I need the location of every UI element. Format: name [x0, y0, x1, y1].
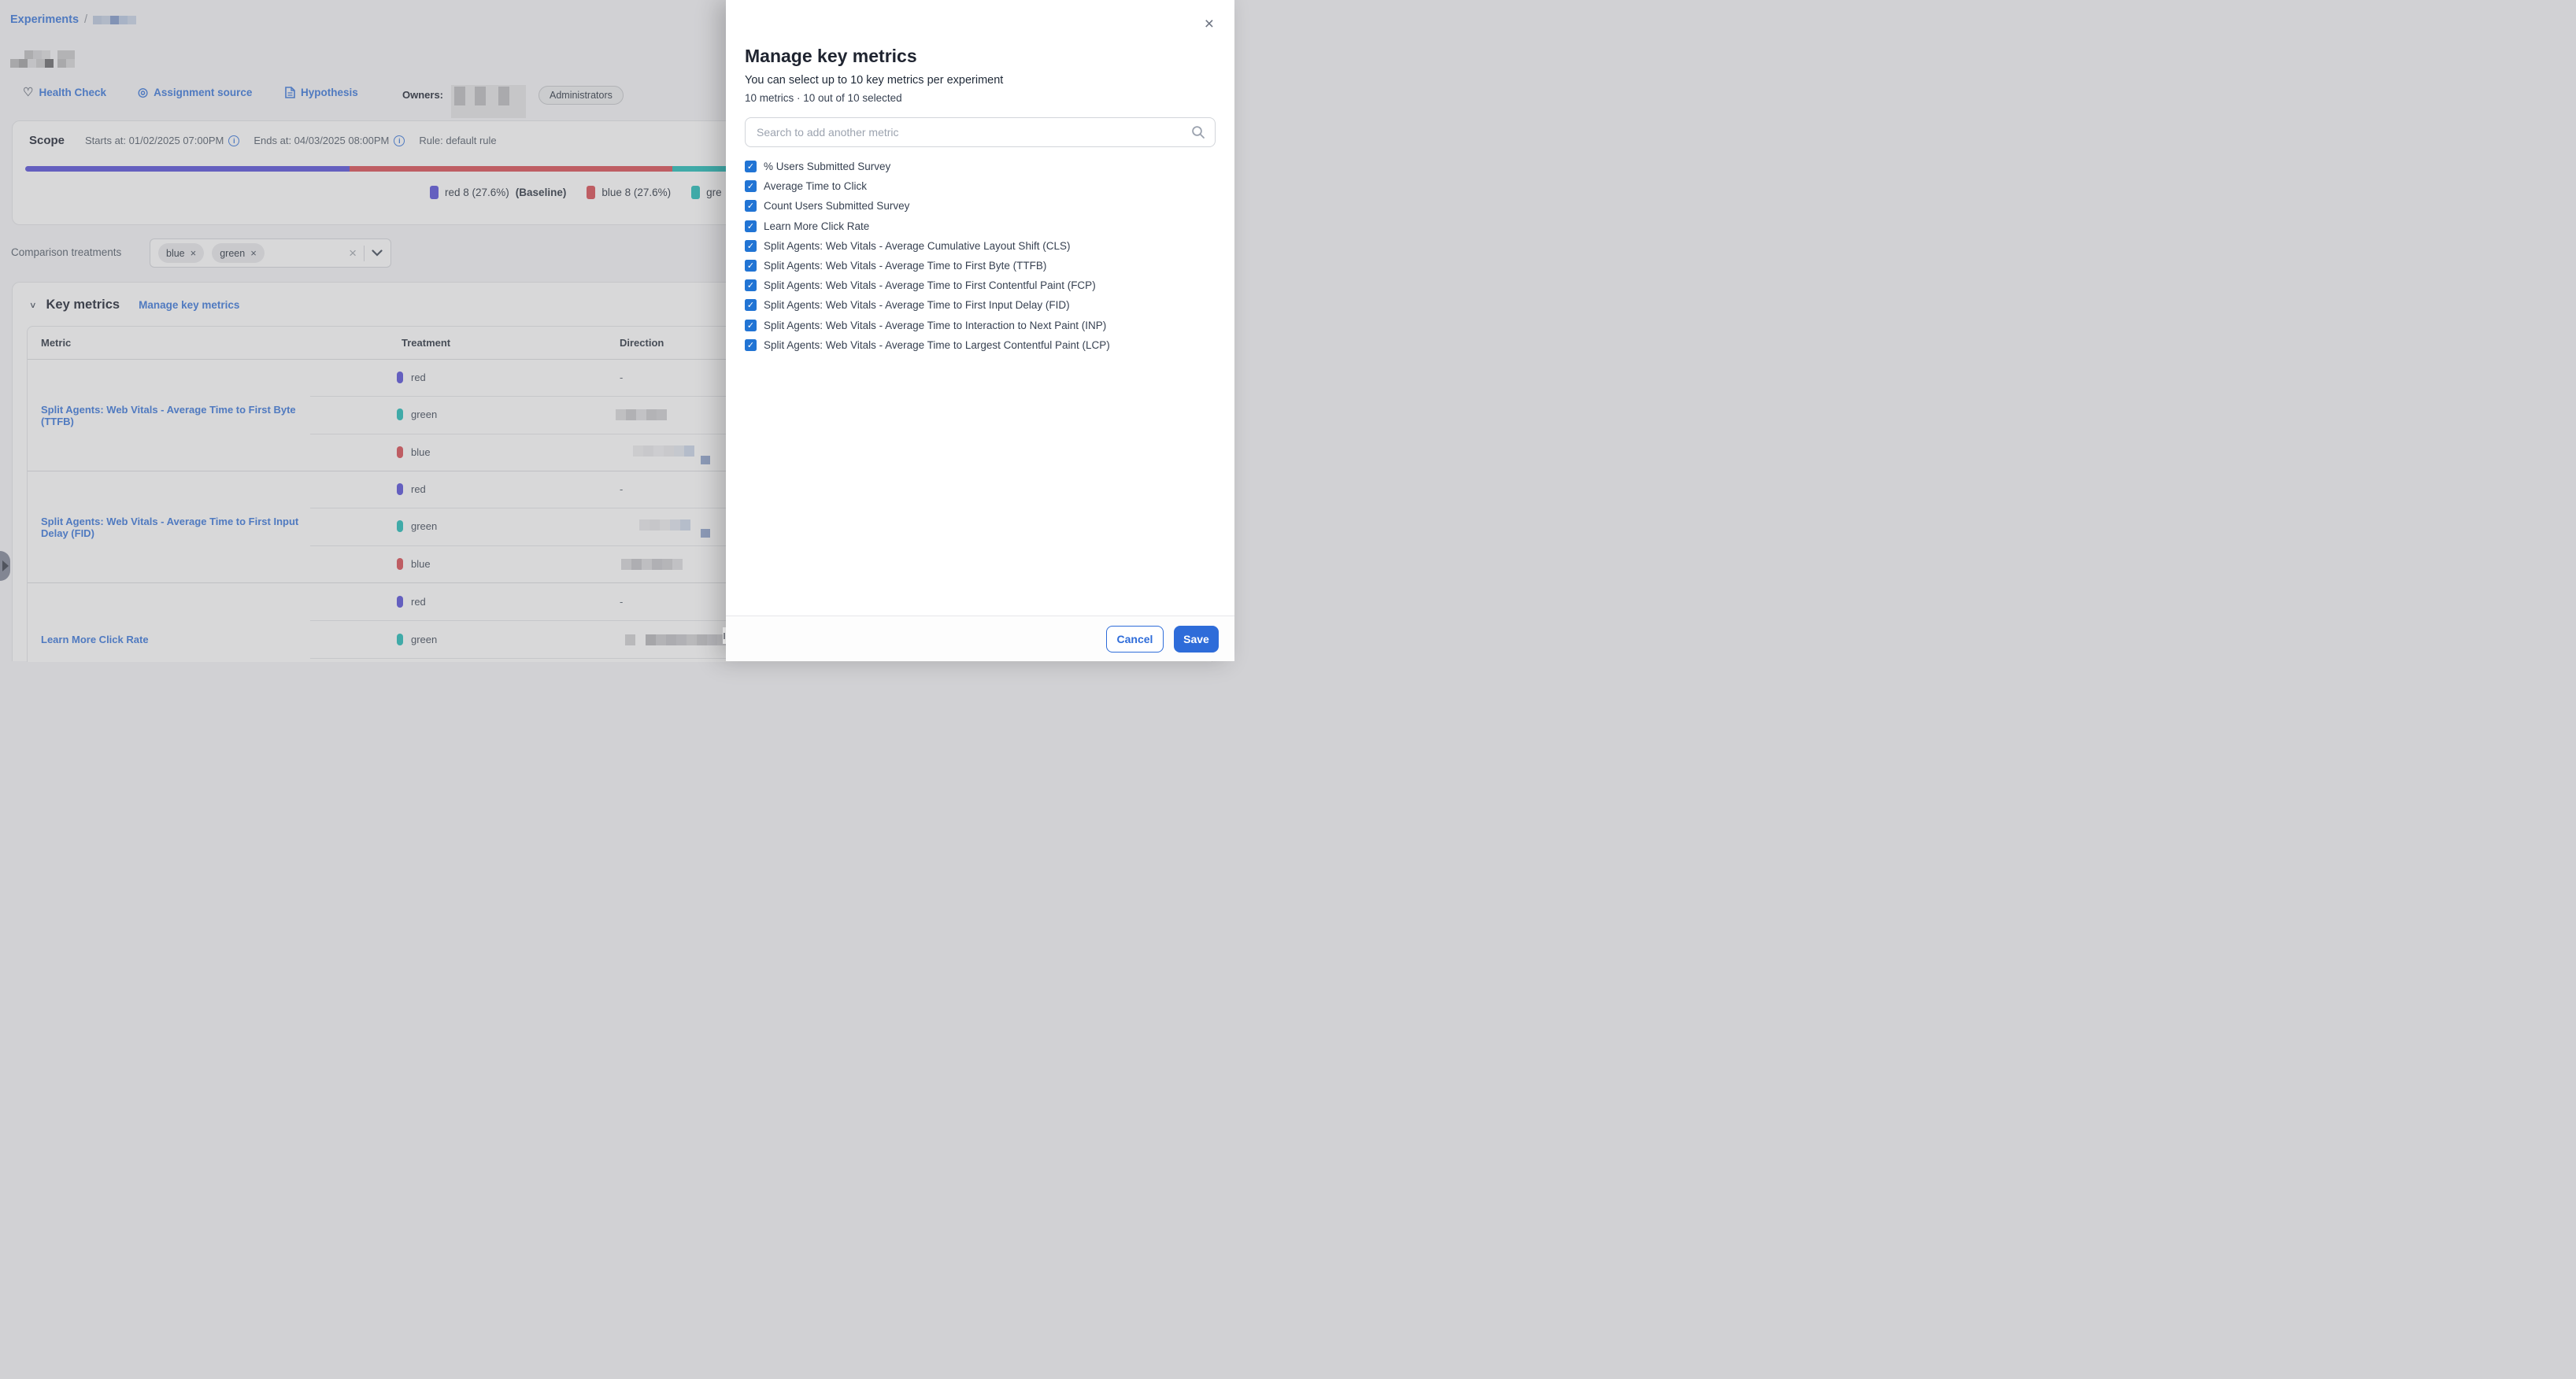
checkbox-checked[interactable]: ✓: [745, 299, 757, 311]
checkbox-checked[interactable]: ✓: [745, 161, 757, 172]
metric-label: Split Agents: Web Vitals - Average Time …: [764, 299, 1070, 311]
metric-list-item: ✓ Count Users Submitted Survey: [745, 196, 1216, 216]
metric-label: Split Agents: Web Vitals - Average Time …: [764, 320, 1106, 331]
metric-list-item: ✓ Split Agents: Web Vitals - Average Cum…: [745, 236, 1216, 256]
close-icon[interactable]: ×: [1205, 16, 1214, 32]
checkbox-checked[interactable]: ✓: [745, 260, 757, 272]
checkbox-checked[interactable]: ✓: [745, 180, 757, 192]
checkbox-checked[interactable]: ✓: [745, 320, 757, 331]
metric-list-item: ✓ Split Agents: Web Vitals - Average Tim…: [745, 316, 1216, 335]
metric-list-item: ✓ Average Time to Click: [745, 176, 1216, 196]
metric-search-input[interactable]: [746, 126, 1191, 139]
metric-label: Count Users Submitted Survey: [764, 200, 909, 212]
metric-label: Split Agents: Web Vitals - Average Time …: [764, 339, 1110, 351]
metrics-count-text: 10 metrics · 10 out of 10 selected: [745, 92, 902, 104]
metric-label: Average Time to Click: [764, 180, 867, 192]
manage-key-metrics-panel: × Manage key metrics You can select up t…: [726, 0, 1234, 661]
metric-list-item: ✓ % Users Submitted Survey: [745, 157, 1216, 176]
metric-label: Learn More Click Rate: [764, 220, 869, 232]
metric-label: Split Agents: Web Vitals - Average Time …: [764, 260, 1046, 272]
cancel-button[interactable]: Cancel: [1106, 626, 1164, 653]
search-icon[interactable]: [1191, 125, 1205, 139]
metric-label: Split Agents: Web Vitals - Average Cumul…: [764, 240, 1070, 252]
modal-overlay-scrim[interactable]: [0, 0, 2576, 1379]
panel-subtitle: You can select up to 10 key metrics per …: [745, 74, 1003, 87]
checkbox-checked[interactable]: ✓: [745, 339, 757, 351]
checkbox-checked[interactable]: ✓: [745, 220, 757, 232]
panel-title: Manage key metrics: [745, 46, 917, 67]
checkbox-checked[interactable]: ✓: [745, 279, 757, 291]
metric-search-box: [745, 117, 1216, 147]
metric-list-item: ✓ Learn More Click Rate: [745, 216, 1216, 236]
metric-list-item: ✓ Split Agents: Web Vitals - Average Tim…: [745, 295, 1216, 315]
checkbox-checked[interactable]: ✓: [745, 200, 757, 212]
panel-footer: Cancel Save: [726, 616, 1234, 661]
metric-list-item: ✓ Split Agents: Web Vitals - Average Tim…: [745, 275, 1216, 295]
save-button[interactable]: Save: [1174, 626, 1219, 653]
metric-label: Split Agents: Web Vitals - Average Time …: [764, 279, 1096, 291]
checkbox-checked[interactable]: ✓: [745, 240, 757, 252]
metric-list-item: ✓ Split Agents: Web Vitals - Average Tim…: [745, 335, 1216, 355]
metrics-checklist: ✓ % Users Submitted Survey ✓ Average Tim…: [745, 157, 1216, 355]
metric-label: % Users Submitted Survey: [764, 161, 890, 172]
metric-list-item: ✓ Split Agents: Web Vitals - Average Tim…: [745, 256, 1216, 275]
